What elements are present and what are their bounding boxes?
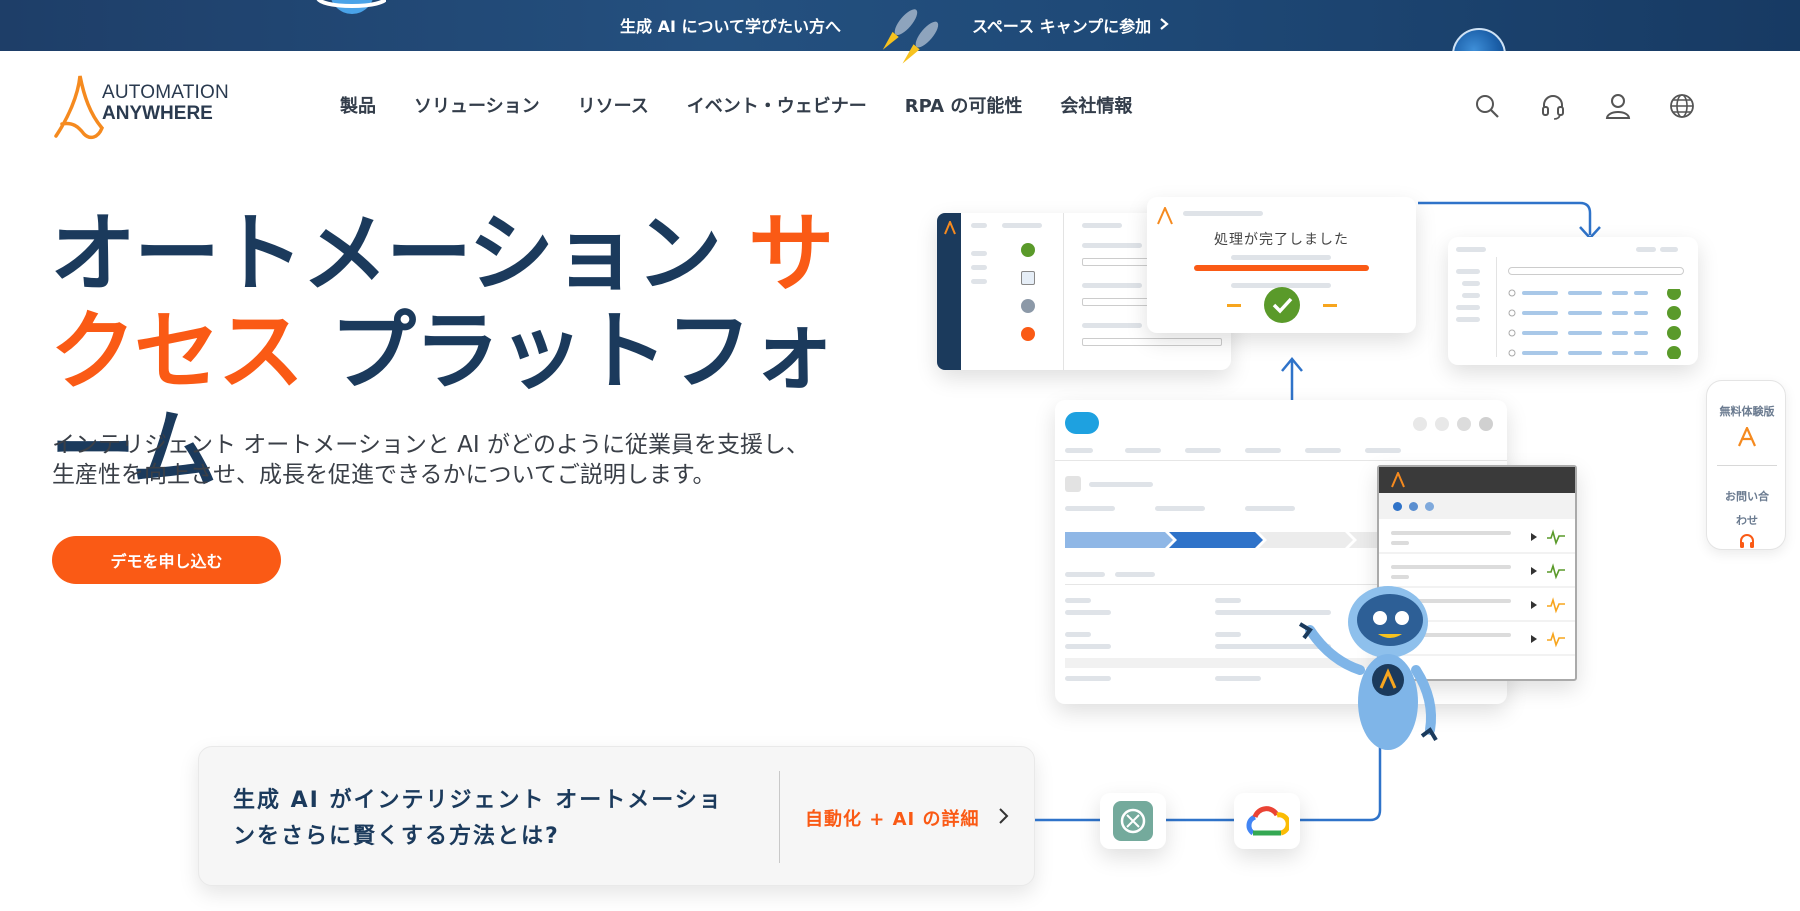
info-card-divider bbox=[779, 771, 780, 863]
automation-illustration: 処理が完了しました bbox=[930, 185, 1700, 905]
contact-link[interactable]: お問い合わせ bbox=[1707, 485, 1787, 549]
logo-mark-icon bbox=[1391, 472, 1405, 488]
side-contact-widget: 無料体験版 お問い合わせ bbox=[1706, 380, 1786, 550]
rockets-illustration bbox=[882, 9, 939, 64]
free-trial-link[interactable]: 無料体験版 bbox=[1707, 403, 1787, 447]
chevron-right-icon bbox=[1159, 16, 1169, 35]
nav-item-products[interactable]: 製品 bbox=[340, 92, 376, 118]
automation-anywhere-logo[interactable]: AUTOMATION ANYWHERE bbox=[50, 70, 250, 144]
logo-mark-icon bbox=[1738, 427, 1756, 447]
nav-item-solutions[interactable]: ソリューション bbox=[414, 92, 540, 118]
nav-item-events[interactable]: イベント・ウェビナー bbox=[687, 92, 867, 118]
nav-item-rpa[interactable]: RPA の可能性 bbox=[905, 92, 1023, 118]
progress-bar bbox=[1194, 265, 1369, 271]
main-nav: 製品 ソリューション リソース イベント・ウェビナー RPA の可能性 会社情報 bbox=[340, 92, 1170, 118]
headset-icon[interactable] bbox=[1539, 92, 1567, 120]
logo-mark-icon bbox=[944, 221, 956, 235]
free-trial-label: 無料体験版 bbox=[1719, 405, 1775, 418]
planet-illustration bbox=[316, 0, 386, 14]
checklist-rows bbox=[1508, 286, 1684, 360]
logo-mark-icon bbox=[1157, 207, 1173, 225]
promo-learn-ai-link[interactable]: 生成 AI について学びたい方へ bbox=[620, 13, 841, 37]
genai-info-card: 生成 AI がインテリジェント オートメーションをさらに賢くする方法とは? 自動… bbox=[198, 746, 1035, 886]
process-complete-text: 処理が完了しました bbox=[1214, 232, 1349, 248]
nav-item-company[interactable]: 会社情報 bbox=[1060, 92, 1132, 118]
process-complete-card: 処理が完了しました bbox=[1147, 197, 1416, 333]
cloud-logo-icon bbox=[1065, 412, 1099, 434]
hero-subtitle: インテリジェント オートメーションと AI がどのように従業員を支援し、生産性を… bbox=[52, 432, 809, 488]
request-demo-button[interactable]: デモを申し込む bbox=[52, 536, 281, 584]
contact-label: お問い合わせ bbox=[1725, 490, 1769, 527]
hero-title-part1: オートメーション bbox=[50, 204, 749, 304]
globe-icon[interactable] bbox=[1668, 92, 1696, 120]
search-icon[interactable] bbox=[1473, 92, 1501, 120]
openai-logo-tile bbox=[1100, 793, 1166, 849]
headset-icon bbox=[1740, 534, 1754, 548]
info-card-text: 生成 AI がインテリジェント オートメーションをさらに賢くする方法とは? bbox=[233, 788, 723, 849]
logo-line1: AUTOMATION bbox=[102, 82, 229, 103]
user-icon[interactable] bbox=[1604, 92, 1632, 120]
google-cloud-icon bbox=[1246, 806, 1289, 836]
openai-icon bbox=[1113, 801, 1153, 841]
moon-illustration bbox=[1452, 28, 1506, 51]
logo-line2: ANYWHERE bbox=[102, 103, 213, 124]
promo-space-camp-link[interactable]: スペース キャンプに参加 bbox=[972, 13, 1169, 37]
robot-mascot bbox=[1298, 586, 1438, 750]
nav-item-resources[interactable]: リソース bbox=[578, 92, 649, 118]
promo-space-camp-label: スペース キャンプに参加 bbox=[972, 17, 1152, 36]
checklist-card bbox=[1448, 237, 1698, 365]
google-cloud-logo-tile bbox=[1234, 793, 1300, 849]
check-circle-icon bbox=[1264, 287, 1300, 323]
widget-divider bbox=[1717, 465, 1777, 466]
